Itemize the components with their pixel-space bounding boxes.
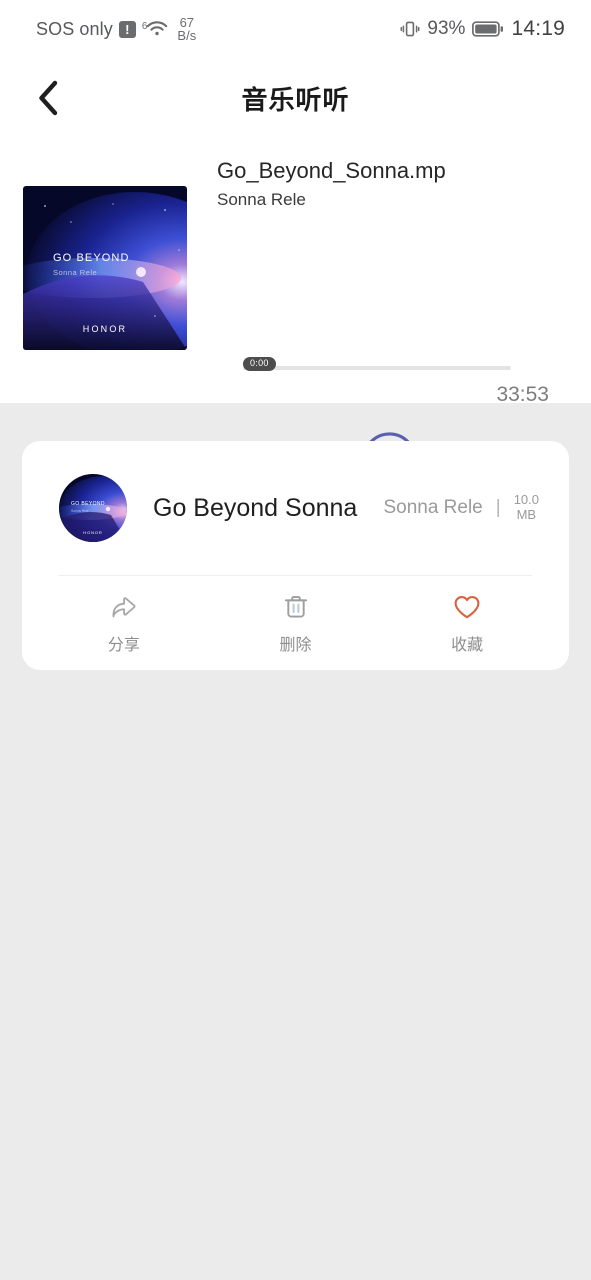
share-label: 分享	[107, 636, 140, 654]
file-size: 10.0 MB	[513, 492, 539, 522]
svg-text:GO BEYOND: GO BEYOND	[71, 501, 105, 507]
wifi-glyph	[147, 21, 168, 36]
file-meta: Sonna Rele | 10.0 MB	[383, 492, 539, 523]
favorite-button[interactable]: 收藏	[381, 576, 553, 670]
alert-icon: !	[118, 20, 136, 38]
cover-subtitle-text: Sonna Rele	[53, 268, 97, 277]
navigation-bar: 音乐听听	[0, 58, 591, 138]
carrier-label: SOS only	[36, 18, 113, 39]
status-bar-left: SOS only ! 6 67 B/s	[36, 16, 196, 42]
battery-icon	[472, 21, 504, 37]
file-thumbnail-art: GO BEYOND Sonna Rele HONOR	[59, 474, 127, 542]
vibrate-icon	[400, 21, 420, 37]
svg-text:Sonna Rele: Sonna Rele	[71, 509, 89, 513]
current-time-badge: 0:00	[243, 357, 276, 371]
cover-brand-text: HONOR	[83, 324, 128, 334]
track-title: Go_Beyond_Sonna.mp	[217, 158, 446, 183]
meta-separator: |	[495, 497, 501, 518]
chevron-left-icon	[39, 80, 58, 116]
status-bar: SOS only ! 6 67 B/s 93% 14:19	[0, 0, 591, 58]
player-panel: GO BEYOND Sonna Rele HONOR Go_Beyond_Son…	[0, 138, 591, 487]
battery-percent-label: 93%	[427, 18, 466, 39]
clock-label: 14:19	[511, 17, 565, 40]
file-summary-row[interactable]: GO BEYOND Sonna Rele HONOR Go Beyond Son…	[22, 441, 569, 575]
file-thumbnail: GO BEYOND Sonna Rele HONOR	[59, 474, 127, 542]
trash-icon	[284, 595, 307, 618]
network-speed: 67 B/s	[177, 16, 196, 42]
share-button[interactable]: 分享	[38, 576, 210, 670]
phone-screen: SOS only ! 6 67 B/s 93% 14:19 音乐听听 GO BE…	[0, 0, 591, 1280]
delete-button[interactable]: 删除	[210, 576, 382, 670]
progress-track	[243, 366, 511, 370]
track-meta: Go_Beyond_Sonna.mp Sonna Rele	[217, 158, 557, 210]
track-artist: Sonna Rele	[217, 190, 306, 210]
album-cover: GO BEYOND Sonna Rele HONOR	[23, 186, 187, 350]
action-row: 分享 删除 收藏	[22, 576, 569, 670]
file-title: Go Beyond Sonna	[153, 493, 358, 522]
wifi-icon: 6	[142, 20, 169, 38]
file-detail-card: GO BEYOND Sonna Rele HONOR Go Beyond Son…	[22, 441, 569, 670]
share-icon	[112, 596, 136, 617]
status-bar-right: 93% 14:19	[400, 17, 565, 41]
progress-slider[interactable]: 0:00	[243, 357, 511, 373]
svg-text:HONOR: HONOR	[83, 530, 102, 535]
duration-label: 33:53	[496, 383, 549, 406]
delete-label: 删除	[279, 636, 312, 654]
network-speed-unit: B/s	[177, 28, 197, 43]
back-button[interactable]	[22, 71, 76, 125]
page-title: 音乐听听	[241, 84, 350, 115]
file-artist: Sonna Rele	[383, 497, 483, 518]
album-cover-art: GO BEYOND Sonna Rele HONOR	[23, 186, 187, 350]
favorite-label: 收藏	[451, 636, 484, 654]
cover-title-text: GO BEYOND	[53, 252, 130, 264]
heart-icon	[454, 595, 480, 618]
